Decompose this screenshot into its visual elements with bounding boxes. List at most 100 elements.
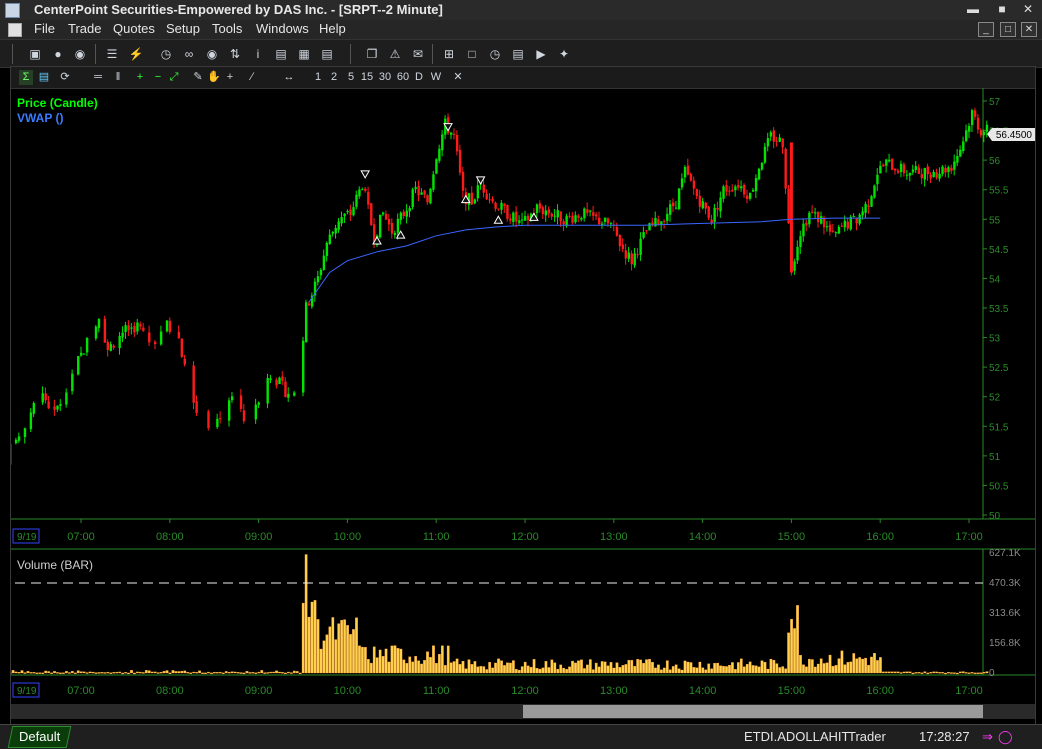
- candle: [740, 180, 742, 191]
- interval-1m[interactable]: 1: [311, 70, 325, 85]
- candle: [488, 193, 490, 204]
- volume-bar: [497, 659, 499, 673]
- volume-bar: [116, 672, 118, 673]
- volume-bar: [636, 659, 638, 673]
- volume-bar: [154, 672, 156, 673]
- candle: [935, 169, 937, 180]
- crosshair-icon[interactable]: +: [223, 70, 237, 85]
- interval-day[interactable]: D: [413, 70, 425, 85]
- news-icon[interactable]: ▦: [296, 46, 312, 62]
- candle: [80, 347, 82, 358]
- volume-bar: [272, 672, 274, 673]
- user-icon[interactable]: ●: [50, 46, 66, 62]
- child-close-button[interactable]: ✕: [1021, 22, 1037, 37]
- interval-60m[interactable]: 60: [395, 70, 411, 85]
- volume-bar: [728, 665, 730, 673]
- scrollbar-thumb[interactable]: [523, 705, 983, 718]
- info-icon[interactable]: i: [250, 46, 266, 62]
- volume-bar: [551, 660, 553, 673]
- clock-icon[interactable]: ◷: [158, 46, 174, 62]
- sort-icon[interactable]: ⇅: [227, 46, 243, 62]
- refresh-icon[interactable]: ⟳: [57, 70, 73, 85]
- minimize-button[interactable]: ▬: [965, 2, 981, 17]
- interval-2m[interactable]: 2: [327, 70, 341, 85]
- trendline-icon[interactable]: ∕: [245, 70, 259, 85]
- alert-icon[interactable]: ⚠: [387, 46, 403, 62]
- volume-bar: [379, 650, 381, 673]
- menu-windows[interactable]: Windows: [256, 21, 309, 36]
- pan-icon[interactable]: ↔: [281, 70, 297, 85]
- pencil-icon[interactable]: ✎: [191, 70, 205, 85]
- chart-area[interactable]: 07:0008:0009:0010:0011:0012:0013:0014:00…: [11, 88, 1035, 725]
- menu-help[interactable]: Help: [319, 21, 346, 36]
- volume-bar: [669, 670, 671, 673]
- chart-type-icon[interactable]: ▤: [37, 70, 51, 85]
- zoom-in-icon[interactable]: +: [133, 70, 147, 85]
- interval-week[interactable]: W: [429, 70, 443, 85]
- candle: [133, 322, 135, 337]
- menu-quotes[interactable]: Quotes: [113, 21, 155, 36]
- list-window-icon[interactable]: ▤: [510, 46, 526, 62]
- copy-icon[interactable]: ❐: [364, 46, 380, 62]
- connection-icon[interactable]: ⇒: [982, 729, 993, 745]
- hierarchy-icon[interactable]: ⊞: [441, 46, 457, 62]
- menu-setup[interactable]: Setup: [166, 21, 200, 36]
- volume-bar: [743, 667, 745, 673]
- candle: [503, 203, 505, 213]
- link-icon[interactable]: ∞: [181, 46, 197, 62]
- mail-icon[interactable]: ✉: [410, 46, 426, 62]
- child-restore-button[interactable]: □: [1000, 22, 1016, 37]
- close-chart-icon[interactable]: ✕: [451, 70, 465, 85]
- menu-file[interactable]: File: [34, 21, 55, 36]
- candle: [847, 218, 849, 231]
- candle: [752, 188, 754, 192]
- menu-tools[interactable]: Tools: [212, 21, 242, 36]
- chart-window-icon[interactable]: [8, 23, 22, 37]
- sync-icon[interactable]: ◯: [998, 729, 1013, 745]
- candle: [332, 231, 334, 236]
- eye-icon[interactable]: ◉: [204, 46, 220, 62]
- volume-bar: [935, 672, 937, 673]
- menu-trade[interactable]: Trade: [68, 21, 101, 36]
- volume-bar: [225, 671, 227, 673]
- volume-bar: [420, 664, 422, 673]
- dollar-icon[interactable]: ◉: [72, 46, 88, 62]
- volume-bar: [124, 672, 126, 673]
- chart-icon[interactable]: ▤: [273, 46, 289, 62]
- lightning-icon[interactable]: ⚡: [128, 46, 144, 62]
- window-title: CenterPoint Securities-Empowered by DAS …: [34, 2, 443, 17]
- vline-icon[interactable]: ‖: [111, 70, 125, 85]
- child-minimize-button[interactable]: _: [978, 22, 994, 37]
- default-tab[interactable]: Default: [8, 726, 72, 748]
- candle: [56, 405, 58, 412]
- candle: [932, 170, 934, 178]
- list-icon[interactable]: ☰: [104, 46, 120, 62]
- candle: [361, 187, 363, 190]
- hline-icon[interactable]: ═: [91, 70, 105, 85]
- candle: [669, 200, 671, 222]
- x-tick-label: 09:00: [245, 531, 273, 543]
- zoom-out-icon[interactable]: −: [151, 70, 165, 85]
- interval-5m[interactable]: 5: [344, 70, 358, 85]
- candle: [604, 218, 606, 225]
- interval-15m[interactable]: 15: [359, 70, 375, 85]
- select-icon[interactable]: □: [464, 46, 480, 62]
- timer-icon[interactable]: ◷: [487, 46, 503, 62]
- interval-30m[interactable]: 30: [377, 70, 393, 85]
- y-tick-label: 55: [989, 215, 1001, 226]
- volume-bar: [506, 663, 508, 673]
- sum-icon[interactable]: Σ: [19, 70, 33, 85]
- close-button[interactable]: ✕: [1020, 2, 1036, 17]
- fit-icon[interactable]: ⤢: [167, 70, 181, 85]
- window-icon[interactable]: ▣: [27, 46, 43, 62]
- volume-bar: [74, 673, 76, 674]
- candle: [888, 154, 890, 163]
- volume-bar: [62, 673, 64, 674]
- maximize-button[interactable]: ■: [994, 2, 1010, 17]
- twitter-icon[interactable]: ✦: [556, 46, 572, 62]
- note-icon[interactable]: ▤: [319, 46, 335, 62]
- video-icon[interactable]: ▶: [533, 46, 549, 62]
- candle: [521, 213, 523, 225]
- hand-icon[interactable]: ✋: [207, 70, 221, 85]
- volume-bar: [195, 672, 197, 673]
